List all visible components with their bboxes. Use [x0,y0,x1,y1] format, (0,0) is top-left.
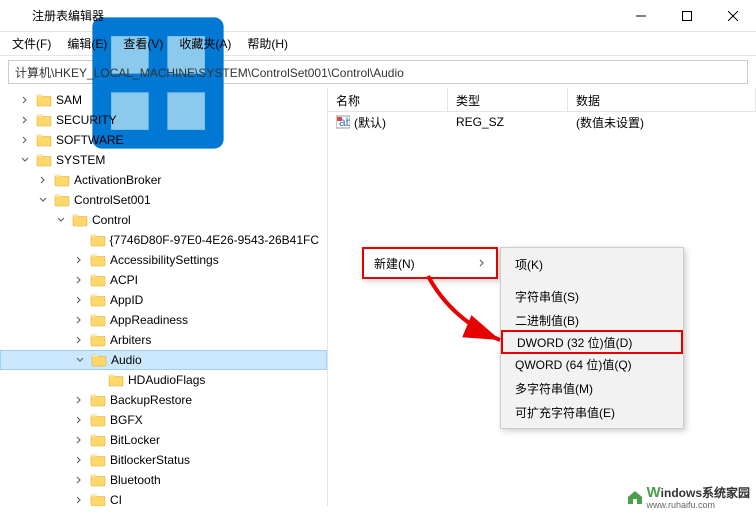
folder-icon [90,292,106,308]
folder-icon [72,212,88,228]
tree-item-sam[interactable]: SAM [0,90,327,110]
maximize-button[interactable] [664,0,710,32]
context-item-dword[interactable]: DWORD (32 位)值(D) [501,330,683,354]
folder-icon [91,352,107,368]
house-icon [626,488,644,506]
value-row-default[interactable]: (默认) REG_SZ (数值未设置) [328,112,756,132]
tree-item-system[interactable]: SYSTEM [0,150,327,170]
tree-item-arbiters[interactable]: Arbiters [0,330,327,350]
tree-item-hdaudioflags[interactable]: HDAudioFlags [0,370,327,390]
chevron-right-icon[interactable] [18,113,32,127]
tree-item-appreadiness[interactable]: AppReadiness [0,310,327,330]
watermark: Windows系统家园 www.ruhaifu.com [626,484,750,510]
column-headers: 名称 类型 数据 [328,88,756,112]
minimize-button[interactable] [618,0,664,32]
chevron-right-icon[interactable] [72,393,86,407]
chevron-right-icon[interactable] [72,433,86,447]
folder-icon [90,412,106,428]
menu-edit[interactable]: 编辑(E) [59,33,115,54]
tree-item-bgfx[interactable]: BGFX [0,410,327,430]
chevron-right-icon[interactable] [72,413,86,427]
tree-item-appid[interactable]: AppID [0,290,327,310]
context-item-new[interactable]: 新建(N) [364,249,496,277]
chevron-right-icon[interactable] [18,93,32,107]
column-name[interactable]: 名称 [328,88,448,111]
context-item-qword[interactable]: QWORD (64 位)值(Q) [501,352,683,376]
app-icon [8,8,24,24]
menu-file[interactable]: 文件(F) [4,33,59,54]
folder-icon [90,452,106,468]
folder-icon [36,92,52,108]
window-title: 注册表编辑器 [32,7,618,24]
chevron-right-icon[interactable] [72,493,86,506]
context-menu-new: 项(K) 字符串值(S) 二进制值(B) DWORD (32 位)值(D) QW… [500,247,684,429]
address-text: 计算机\HKEY_LOCAL_MACHINE\SYSTEM\ControlSet… [15,64,404,81]
chevron-right-icon[interactable] [36,173,50,187]
folder-icon [90,472,106,488]
menu-bar: 文件(F) 编辑(E) 查看(V) 收藏夹(A) 帮助(H) [0,32,756,56]
tree-item-controlset001[interactable]: ControlSet001 [0,190,327,210]
tree-item-control[interactable]: Control [0,210,327,230]
folder-icon [90,252,106,268]
context-menu-primary: 新建(N) [362,247,498,279]
chevron-down-icon[interactable] [54,213,68,227]
chevron-right-icon[interactable] [72,313,86,327]
folder-icon [54,172,70,188]
chevron-right-icon [478,256,486,270]
tree-item-backuprestore[interactable]: BackupRestore [0,390,327,410]
column-type[interactable]: 类型 [448,88,568,111]
folder-icon [90,232,106,248]
context-item-binary[interactable]: 二进制值(B) [501,308,683,332]
chevron-right-icon[interactable] [72,333,86,347]
chevron-right-icon[interactable] [72,453,86,467]
folder-icon [90,332,106,348]
tree-item-audio[interactable]: Audio [0,350,327,370]
folder-icon [54,192,70,208]
chevron-right-icon[interactable] [72,293,86,307]
tree-item-bluetooth[interactable]: Bluetooth [0,470,327,490]
folder-icon [36,152,52,168]
chevron-right-icon[interactable] [72,273,86,287]
folder-icon [36,132,52,148]
tree-item-ci[interactable]: CI [0,490,327,506]
tree-item-software[interactable]: SOFTWARE [0,130,327,150]
menu-favorites[interactable]: 收藏夹(A) [171,33,239,54]
context-item-key[interactable]: 项(K) [501,252,683,276]
menu-view[interactable]: 查看(V) [115,33,171,54]
context-item-multistring[interactable]: 多字符串值(M) [501,376,683,400]
folder-icon [90,432,106,448]
tree-item-security[interactable]: SECURITY [0,110,327,130]
window-controls [618,0,756,32]
tree-item-bitlockerstatus[interactable]: BitlockerStatus [0,450,327,470]
chevron-down-icon[interactable] [18,153,32,167]
chevron-down-icon[interactable] [73,353,87,367]
context-item-string[interactable]: 字符串值(S) [501,284,683,308]
address-bar[interactable]: 计算机\HKEY_LOCAL_MACHINE\SYSTEM\ControlSet… [8,60,748,84]
folder-icon [90,492,106,506]
menu-help[interactable]: 帮助(H) [239,33,296,54]
chevron-right-icon[interactable] [72,253,86,267]
chevron-right-icon[interactable] [18,133,32,147]
folder-icon [108,372,124,388]
chevron-right-icon[interactable] [72,473,86,487]
folder-icon [36,112,52,128]
tree-item-accessibility[interactable]: AccessibilitySettings [0,250,327,270]
tree-item-activationbroker[interactable]: ActivationBroker [0,170,327,190]
title-bar: 注册表编辑器 [0,0,756,32]
tree-pane[interactable]: SAM SECURITY SOFTWARE SYSTEM ActivationB… [0,88,328,506]
tree-item-guid[interactable]: {7746D80F-97E0-4E26-9543-26B41FC [0,230,327,250]
chevron-down-icon[interactable] [36,193,50,207]
close-button[interactable] [710,0,756,32]
column-data[interactable]: 数据 [568,88,756,111]
folder-icon [90,392,106,408]
context-item-expandstring[interactable]: 可扩充字符串值(E) [501,400,683,424]
tree-item-bitlocker[interactable]: BitLocker [0,430,327,450]
folder-icon [90,312,106,328]
folder-icon [90,272,106,288]
tree-item-acpi[interactable]: ACPI [0,270,327,290]
string-value-icon [336,115,350,129]
